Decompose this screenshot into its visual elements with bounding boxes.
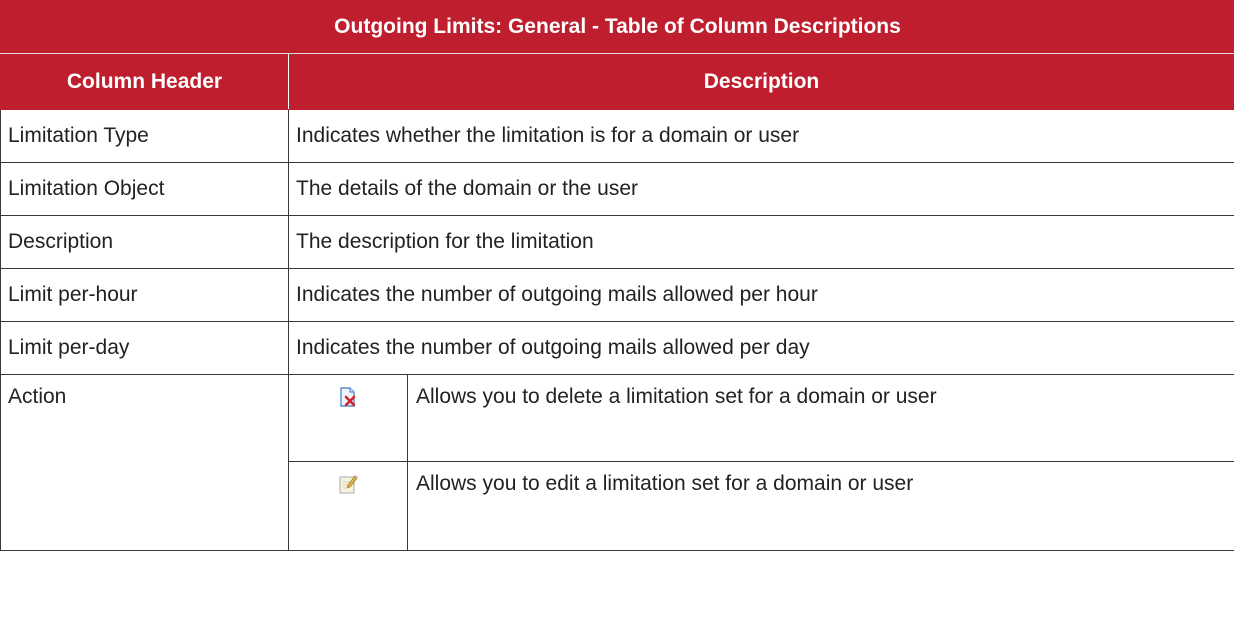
column-header-heading: Column Header [0, 53, 289, 110]
edit-icon [339, 475, 358, 494]
action-subtable: Allows you to delete a limitation set fo… [289, 375, 1234, 550]
row-description: Indicates the number of outgoing mails a… [288, 321, 1234, 375]
row-description: Indicates the number of outgoing mails a… [288, 268, 1234, 322]
row-description: The details of the domain or the user [288, 162, 1234, 216]
row-name: Description [0, 215, 289, 269]
row-name: Action [0, 374, 289, 551]
table-row-action: Action Allows you to delete a limitation… [0, 374, 1234, 551]
table-row: Limit per-hour Indicates the number of o… [0, 268, 1234, 322]
row-description: Indicates whether the limitation is for … [288, 109, 1234, 163]
delete-icon [340, 387, 356, 407]
action-description: Allows you to edit a limitation set for … [416, 472, 914, 495]
delete-icon-cell [289, 375, 408, 462]
column-descriptions-table: Outgoing Limits: General - Table of Colu… [0, 0, 1234, 551]
table-row: Limitation Object The details of the dom… [0, 162, 1234, 216]
table-row: Limitation Type Indicates whether the li… [0, 109, 1234, 163]
action-item-edit: Allows you to edit a limitation set for … [289, 461, 1234, 550]
row-name: Limitation Type [0, 109, 289, 163]
description-heading: Description [288, 53, 1234, 110]
table-row: Description The description for the limi… [0, 215, 1234, 269]
action-item-delete: Allows you to delete a limitation set fo… [289, 375, 1234, 462]
table-title-row: Outgoing Limits: General - Table of Colu… [0, 0, 1234, 54]
row-name: Limit per-hour [0, 268, 289, 322]
table-header-row: Column Header Description [0, 53, 1234, 110]
action-description: Allows you to delete a limitation set fo… [407, 375, 1234, 462]
action-cell: Allows you to delete a limitation set fo… [288, 374, 1234, 551]
edit-icon-cell [289, 461, 408, 550]
table-row: Limit per-day Indicates the number of ou… [0, 321, 1234, 375]
row-description: The description for the limitation [288, 215, 1234, 269]
row-name: Limit per-day [0, 321, 289, 375]
row-name: Limitation Object [0, 162, 289, 216]
table-title: Outgoing Limits: General - Table of Colu… [0, 0, 1234, 54]
